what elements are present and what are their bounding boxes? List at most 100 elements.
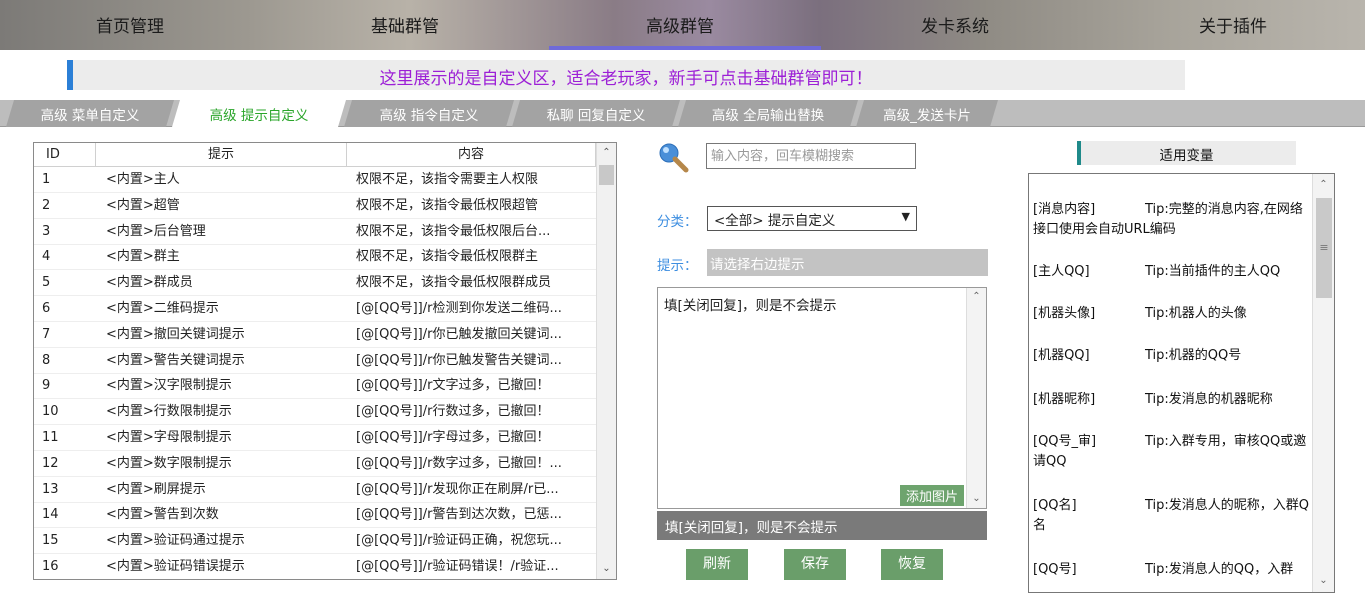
table-row[interactable]: 2 <内置>超管 权限不足，该指令最低权限超管	[34, 194, 596, 219]
variables-scroll-up-icon[interactable]: ⌃	[1313, 176, 1334, 194]
cell-id: 14	[42, 507, 59, 523]
table-row[interactable]: 3 <内置>后台管理 权限不足，该指令最低权限后台...	[34, 220, 596, 245]
cell-content: [@[QQ号]]/r警告到达次数，已惩...	[356, 507, 562, 523]
cell-id: 13	[42, 481, 59, 497]
cell-id: 6	[42, 301, 51, 316]
cell-tip: <内置>数字限制提示	[106, 455, 232, 471]
editor-text[interactable]: 填[关闭回复]，则是不会提示	[664, 294, 837, 314]
cell-content: [@[QQ号]]/r检测到你发送二维码...	[356, 301, 562, 316]
cell-tip: <内置>行数限制提示	[106, 404, 232, 420]
table-row[interactable]: 6 <内置>二维码提示 [@[QQ号]]/r检测到你发送二维码...	[34, 297, 596, 322]
cell-id: 4	[42, 249, 51, 265]
restore-button[interactable]: 恢复	[881, 549, 943, 580]
cell-content: [@[QQ号]]/r字母过多，已撤回！	[356, 430, 550, 445]
cell-content: [@[QQ号]]/r你已触发撤回关键词...	[356, 326, 562, 342]
search-input[interactable]	[706, 143, 916, 169]
table-row[interactable]: 14 <内置>警告到次数 [@[QQ号]]/r警告到达次数，已惩...	[34, 503, 596, 529]
cell-id: 10	[42, 404, 59, 420]
cell-content: [@[QQ号]]/r验证码正确，祝您玩...	[356, 533, 562, 549]
header-tip[interactable]: 提示	[96, 143, 347, 167]
nav-item-advanced-group[interactable]: 高级群管	[646, 12, 714, 37]
nav-item-card-system[interactable]: 发卡系统	[921, 12, 989, 37]
refresh-button[interactable]: 刷新	[686, 549, 748, 580]
variables-scroll-down-icon[interactable]: ⌄	[1313, 572, 1334, 590]
cell-content: 权限不足，该指令需要主人权限	[356, 172, 539, 187]
notice-bar: 这里展示的是自定义区，适合老玩家，新手可点击基础群管即可！	[67, 60, 1185, 90]
header-content[interactable]: 内容	[347, 143, 596, 167]
cell-content: [@[QQ号]]/r发现你正在刷屏/r已...	[356, 481, 559, 497]
editor-scroll-up-icon[interactable]: ⌃	[967, 288, 986, 306]
cell-tip: <内置>后台管理	[106, 223, 206, 239]
var-item[interactable]: [QQ名] Tip:发消息人的昵称，入群Q名	[1033, 496, 1311, 536]
cell-content: [@[QQ号]]/r数字过多，已撤回！...	[356, 455, 562, 471]
add-image-button[interactable]: 添加图片	[899, 485, 964, 506]
table-row[interactable]: 9 <内置>汉字限制提示 [@[QQ号]]/r文字过多，已撤回！	[34, 374, 596, 400]
variables-title: 适用变量	[1159, 148, 1214, 164]
cell-id: 1	[42, 172, 51, 187]
var-item[interactable]: [机器QQ] Tip:机器的QQ号	[1033, 346, 1311, 366]
cell-tip: <内置>警告到次数	[106, 507, 219, 523]
table-row[interactable]: 11 <内置>字母限制提示 [@[QQ号]]/r字母过多，已撤回！	[34, 426, 596, 451]
var-item[interactable]: [消息内容] Tip:完整的消息内容,在网络接口使用会自动URL编码	[1033, 200, 1311, 240]
table-row[interactable]: 13 <内置>刷屏提示 [@[QQ号]]/r发现你正在刷屏/r已...	[34, 478, 596, 503]
cell-id: 2	[42, 197, 51, 213]
cell-id: 5	[42, 275, 51, 291]
nav-item-about[interactable]: 关于插件	[1199, 12, 1267, 37]
top-nav: 首页管理 基础群管 高级群管 发卡系统 关于插件	[0, 0, 1365, 50]
cell-content: 权限不足，该指令最低权限群主	[356, 249, 539, 265]
tip-field[interactable]: 请选择右边提示	[707, 249, 988, 276]
variables-scroll-thumb[interactable]: ≡	[1316, 198, 1332, 298]
var-item[interactable]: [QQ号_审] Tip:入群专用，审核QQ或邀请QQ	[1033, 432, 1311, 472]
table-row[interactable]: 7 <内置>撤回关键词提示 [@[QQ号]]/r你已触发撤回关键词...	[34, 323, 596, 348]
nav-item-basic-group[interactable]: 基础群管	[371, 12, 439, 37]
table-row[interactable]: 1 <内置>主人 权限不足，该指令需要主人权限	[34, 168, 596, 193]
table-row[interactable]: 4 <内置>群主 权限不足，该指令最低权限群主	[34, 245, 596, 271]
cell-tip: <内置>群主	[106, 249, 180, 265]
tab-menu-custom[interactable]: 高级 菜单自定义	[6, 100, 174, 127]
var-item[interactable]: [QQ号] Tip:发消息人的QQ，入群	[1033, 560, 1311, 580]
table-row[interactable]: 15 <内置>验证码通过提示 [@[QQ号]]/r验证码正确，祝您玩...	[34, 529, 596, 555]
cell-id: 15	[42, 533, 59, 549]
var-item[interactable]: [机器头像] Tip:机器人的头像	[1033, 304, 1311, 324]
cell-tip: <内置>验证码通过提示	[106, 533, 245, 549]
var-item[interactable]: [机器昵称] Tip:发消息的机器昵称	[1033, 390, 1311, 410]
tab-private-reply-custom[interactable]: 私聊 回复自定义	[512, 100, 680, 127]
tab-send-card[interactable]: 高级_发送卡片	[856, 100, 998, 127]
cell-id: 12	[42, 455, 59, 471]
scroll-up-icon[interactable]: ⌃	[597, 143, 616, 163]
notice-text: 这里展示的是自定义区，适合老玩家，新手可点击基础群管即可！	[379, 69, 873, 89]
scroll-down-icon[interactable]: ⌄	[597, 559, 616, 579]
variables-list: [消息内容] Tip:完整的消息内容,在网络接口使用会自动URL编码 [主人QQ]…	[1028, 173, 1335, 593]
cell-content: [@[QQ号]]/r验证码错误！/r验证...	[356, 559, 559, 574]
var-item[interactable]: [主人QQ] Tip:当前插件的主人QQ	[1033, 262, 1311, 282]
table-row[interactable]: 8 <内置>警告关键词提示 [@[QQ号]]/r你已触发警告关键词...	[34, 349, 596, 374]
variables-scrollbar[interactable]: ⌃ ≡ ⌄	[1312, 174, 1334, 592]
table-row[interactable]: 10 <内置>行数限制提示 [@[QQ号]]/r行数过多，已撤回！	[34, 400, 596, 426]
editor-scrollbar[interactable]: ⌃ ⌄	[966, 288, 986, 508]
table-row[interactable]: 5 <内置>群成员 权限不足，该指令最低权限群成员	[34, 271, 596, 297]
tab-tip-custom[interactable]: 高级 提示自定义	[172, 100, 346, 127]
nav-item-home[interactable]: 首页管理	[96, 12, 164, 37]
tab-command-custom[interactable]: 高级 指令自定义	[344, 100, 514, 127]
cell-tip: <内置>刷屏提示	[106, 481, 206, 497]
cell-tip: <内置>验证码错误提示	[106, 559, 245, 574]
variables-header: 适用变量	[1077, 141, 1296, 165]
category-value: <全部> 提示自定义	[714, 213, 836, 229]
table-scrollbar[interactable]: ⌃ ⌄	[596, 143, 616, 579]
cell-id: 8	[42, 352, 51, 368]
table-row[interactable]: 16 <内置>验证码错误提示 [@[QQ号]]/r验证码错误！/r验证...	[34, 555, 596, 579]
header-id[interactable]: ID	[34, 143, 96, 167]
table-row[interactable]: 12 <内置>数字限制提示 [@[QQ号]]/r数字过多，已撤回！...	[34, 452, 596, 477]
category-select[interactable]: <全部> 提示自定义 ▼	[707, 206, 917, 231]
save-button[interactable]: 保存	[784, 549, 846, 580]
content-editor[interactable]: 填[关闭回复]，则是不会提示 添加图片 ⌃ ⌄	[657, 287, 987, 509]
chevron-down-icon: ▼	[901, 210, 910, 223]
editor-scroll-down-icon[interactable]: ⌄	[967, 490, 986, 508]
cell-id: 11	[42, 430, 59, 445]
scroll-thumb[interactable]	[599, 165, 614, 185]
cell-tip: <内置>群成员	[106, 275, 193, 291]
cell-tip: <内置>主人	[106, 172, 180, 187]
tab-global-replace[interactable]: 高级 全局输出替换	[678, 100, 858, 127]
table-header: ID 提示 内容	[34, 143, 596, 167]
search-icon[interactable]	[657, 141, 689, 173]
